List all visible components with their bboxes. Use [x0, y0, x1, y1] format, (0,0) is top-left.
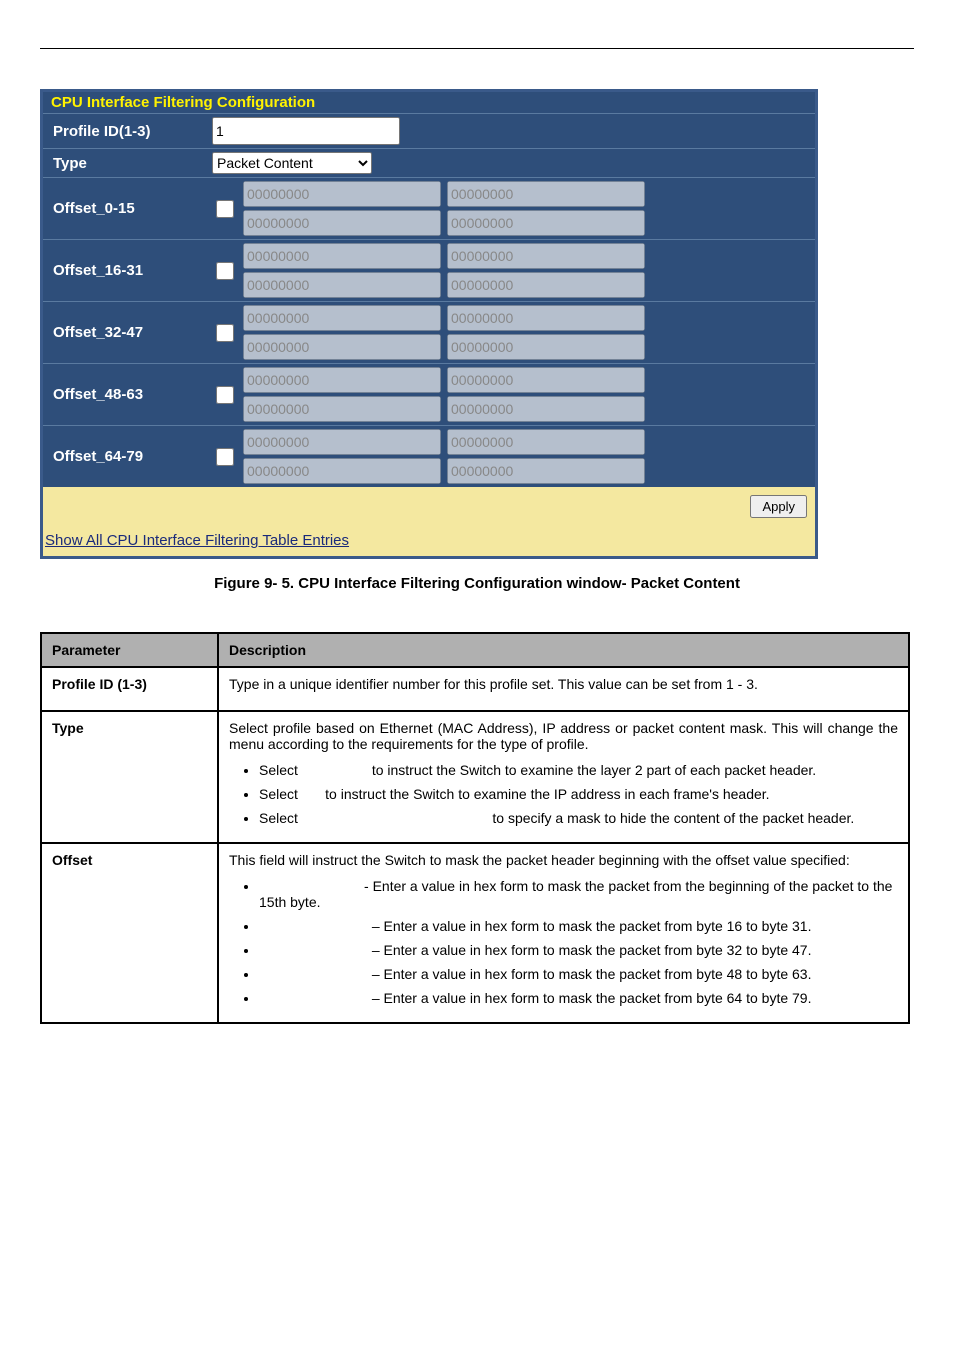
profile-id-label: Profile ID(1-3) [43, 113, 206, 148]
offset-0-15-input-d[interactable] [447, 210, 645, 236]
offset-0-15-input-c[interactable] [243, 210, 441, 236]
offset-32-47-checkbox[interactable] [216, 324, 234, 342]
offset-16-31-input-a[interactable] [243, 243, 441, 269]
col-parameter: Parameter [41, 633, 218, 667]
row-profile-id-desc: Type in a unique identifier number for t… [218, 667, 909, 711]
offset-0-15-input-a[interactable] [243, 181, 441, 207]
offset-48-63-input-a[interactable] [243, 367, 441, 393]
apply-button[interactable]: Apply [750, 495, 807, 518]
offset-0-15-input-b[interactable] [447, 181, 645, 207]
offset-64-79-label: Offset_64-79 [43, 425, 206, 487]
type-label: Type [43, 148, 206, 177]
offset-48-63-checkbox[interactable] [216, 386, 234, 404]
offset-0-15-checkbox[interactable] [216, 200, 234, 218]
row-offset-desc: This field will instruct the Switch to m… [218, 843, 909, 1023]
figure-caption: Figure 9- 5. CPU Interface Filtering Con… [40, 575, 914, 592]
offset-64-79-checkbox[interactable] [216, 448, 234, 466]
offset-64-79-input-d[interactable] [447, 458, 645, 484]
type-select[interactable]: Packet Content [212, 152, 372, 174]
offset-64-79-input-a[interactable] [243, 429, 441, 455]
offset-32-47-input-b[interactable] [447, 305, 645, 331]
show-all-entries-link[interactable]: Show All CPU Interface Filtering Table E… [45, 532, 349, 549]
offset-32-47-label: Offset_32-47 [43, 301, 206, 363]
offset-32-47-input-a[interactable] [243, 305, 441, 331]
offset-32-47-input-c[interactable] [243, 334, 441, 360]
offset-0-15-label: Offset_0-15 [43, 177, 206, 239]
offset-16-31-label: Offset_16-31 [43, 239, 206, 301]
offset-48-63-input-d[interactable] [447, 396, 645, 422]
offset-16-31-input-c[interactable] [243, 272, 441, 298]
offset-64-79-input-c[interactable] [243, 458, 441, 484]
offset-64-79-input-b[interactable] [447, 429, 645, 455]
offset-48-63-label: Offset_48-63 [43, 363, 206, 425]
offset-16-31-input-d[interactable] [447, 272, 645, 298]
offset-32-47-input-d[interactable] [447, 334, 645, 360]
row-profile-id-label: Profile ID (1-3) [41, 667, 218, 711]
profile-id-input[interactable] [212, 117, 400, 145]
offset-48-63-input-b[interactable] [447, 367, 645, 393]
offset-16-31-checkbox[interactable] [216, 262, 234, 280]
offset-16-31-input-b[interactable] [447, 243, 645, 269]
col-description: Description [218, 633, 909, 667]
config-title: CPU Interface Filtering Configuration [43, 92, 815, 113]
row-offset-label: Offset [41, 843, 218, 1023]
row-type-label: Type [41, 711, 218, 843]
row-type-desc: Select profile based on Ethernet (MAC Ad… [218, 711, 909, 843]
offset-48-63-input-c[interactable] [243, 396, 441, 422]
